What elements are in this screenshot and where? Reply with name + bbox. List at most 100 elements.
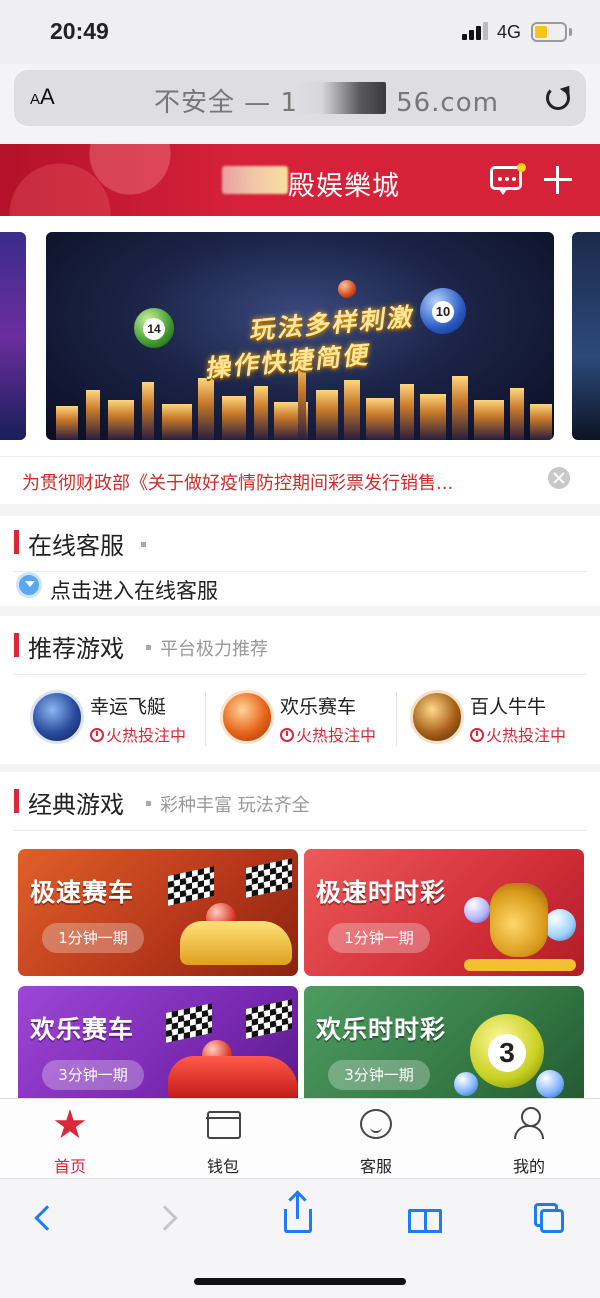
home-indicator[interactable] <box>194 1278 406 1285</box>
signal-icon <box>462 22 488 40</box>
plus-icon[interactable] <box>544 166 572 194</box>
game-card-title: 欢乐时时彩 <box>316 1015 447 1044</box>
game-card[interactable]: 极速赛车 1分钟一期 <box>18 849 298 976</box>
forward-button[interactable] <box>150 1199 190 1239</box>
chevron-left-icon <box>34 1205 60 1231</box>
carousel-next-slide[interactable] <box>572 232 600 440</box>
game-card[interactable]: 3 欢乐时时彩 3分钟一期 <box>304 986 584 1098</box>
tabs-button[interactable] <box>532 1199 572 1239</box>
message-icon-tail <box>498 188 508 195</box>
game-card[interactable]: 欢乐赛车 3分钟一期 <box>18 986 298 1098</box>
checkered-flag-icon <box>246 999 292 1039</box>
address-bar[interactable]: AA 不安全 — 1 56.com <box>14 70 586 126</box>
race-car-image <box>168 1056 298 1098</box>
status-bar: 20:49 4G <box>0 0 600 64</box>
game-period: 1分钟一期 <box>328 923 430 953</box>
share-arrow-icon <box>296 1195 299 1219</box>
chevron-right-icon <box>152 1205 178 1231</box>
game-name: 幸运飞艇 <box>90 696 167 718</box>
tab-profile[interactable]: 我的 <box>469 1099 589 1179</box>
carousel-prev-slide[interactable] <box>0 232 26 440</box>
game-status: 火热投注中 <box>90 722 186 746</box>
lottery-ball-icon: 10 <box>420 288 466 334</box>
lottery-ball-icon <box>464 897 490 923</box>
chevron-down-icon[interactable] <box>16 572 42 598</box>
section-marker <box>14 530 19 554</box>
wallet-icon <box>206 1111 241 1139</box>
section-marker <box>14 789 19 813</box>
banner-carousel[interactable]: 14 10 玩法多样刺激 操作快捷简便 <box>0 216 600 456</box>
game-period: 3分钟一期 <box>328 1060 430 1090</box>
tab-wallet[interactable]: 钱包 <box>163 1099 283 1179</box>
divider <box>14 830 586 831</box>
lottery-ball-icon <box>338 280 356 298</box>
app-tab-bar: ★ 首页 钱包 客服 我的 <box>0 1098 600 1178</box>
network-type: 4G <box>497 22 522 42</box>
checkered-flag-icon <box>168 866 214 906</box>
battery-tip <box>569 28 572 36</box>
section-dot <box>141 542 146 547</box>
lottery-ball-icon: 14 <box>134 308 174 348</box>
lottery-ball-icon <box>544 909 576 941</box>
game-card-title: 极速时时彩 <box>316 878 447 907</box>
classic-title: 经典游戏 <box>28 791 124 819</box>
race-game-logo-icon <box>220 690 274 744</box>
recommended-game-item[interactable]: 幸运飞艇 火热投注中 <box>30 686 216 752</box>
bookmarks-button[interactable] <box>406 1199 446 1239</box>
app-screen: 20:49 4G AA 不安全 — 1 56.com 殿娱樂城 14 10 玩法… <box>0 0 600 1298</box>
game-card[interactable]: 极速时时彩 1分钟一期 <box>304 849 584 976</box>
text-size-button[interactable]: AA <box>30 84 55 110</box>
divider <box>14 674 586 675</box>
bull-game-logo-icon <box>410 690 464 744</box>
tab-label: 首页 <box>53 1157 86 1176</box>
recommended-game-item[interactable]: 欢乐赛车 火热投注中 <box>220 686 406 752</box>
unread-dot <box>517 163 526 172</box>
divider <box>205 692 206 746</box>
notice-bar[interactable]: 为贯彻财政部《关于做好疫情防控期间彩票发行销售... <box>0 456 600 504</box>
clock-icon <box>280 728 294 742</box>
recommended-subtitle: 平台极力推荐 <box>160 639 268 660</box>
divider <box>396 692 397 746</box>
online-service-link[interactable]: 点击进入在线客服 <box>50 575 218 605</box>
clock-icon <box>470 728 484 742</box>
app-title: 殿娱樂城 <box>288 171 400 202</box>
lottery-ball-icon <box>454 1072 478 1096</box>
game-period: 1分钟一期 <box>42 923 144 953</box>
back-button[interactable] <box>26 1199 66 1239</box>
lottery-ball-icon: 3 <box>470 1014 544 1088</box>
checkered-flag-icon <box>246 858 292 898</box>
status-time: 20:49 <box>50 18 109 44</box>
boat-game-logo-icon <box>30 690 84 744</box>
game-card-title: 极速赛车 <box>30 878 135 907</box>
header-decoration <box>0 144 220 216</box>
tab-label: 钱包 <box>206 1157 239 1176</box>
banner-slide[interactable]: 14 10 玩法多样刺激 操作快捷简便 <box>46 232 554 440</box>
game-name: 百人牛牛 <box>470 696 547 718</box>
checkered-flag-icon <box>166 1003 212 1043</box>
race-car-image <box>180 921 292 965</box>
share-button[interactable] <box>278 1195 318 1239</box>
notice-text[interactable]: 为贯彻财政部《关于做好疫情防控期间彩票发行销售... <box>22 469 453 495</box>
clock-icon <box>90 728 104 742</box>
lottery-ball-icon <box>536 1070 564 1098</box>
user-icon <box>513 1107 545 1141</box>
reload-icon[interactable] <box>546 86 570 110</box>
recommended-title: 推荐游戏 <box>28 635 124 663</box>
money-bag-icon <box>490 883 548 957</box>
tab-label: 我的 <box>512 1157 545 1176</box>
game-status: 火热投注中 <box>280 722 376 746</box>
battery-icon <box>531 22 567 42</box>
section-marker <box>14 633 19 657</box>
gold-coins-image <box>464 959 576 971</box>
star-icon: ★ <box>52 1102 88 1148</box>
game-status: 火热投注中 <box>470 722 566 746</box>
close-icon[interactable] <box>548 467 570 489</box>
game-card-title: 欢乐赛车 <box>30 1015 135 1044</box>
recommended-game-item[interactable]: 百人牛牛 火热投注中 <box>410 686 596 752</box>
section-dot <box>146 645 151 650</box>
url-redaction <box>294 82 386 114</box>
game-period: 3分钟一期 <box>42 1060 144 1090</box>
tab-home[interactable]: ★ 首页 <box>10 1099 130 1179</box>
tab-customer-service[interactable]: 客服 <box>316 1099 436 1179</box>
chat-icon <box>360 1109 392 1139</box>
